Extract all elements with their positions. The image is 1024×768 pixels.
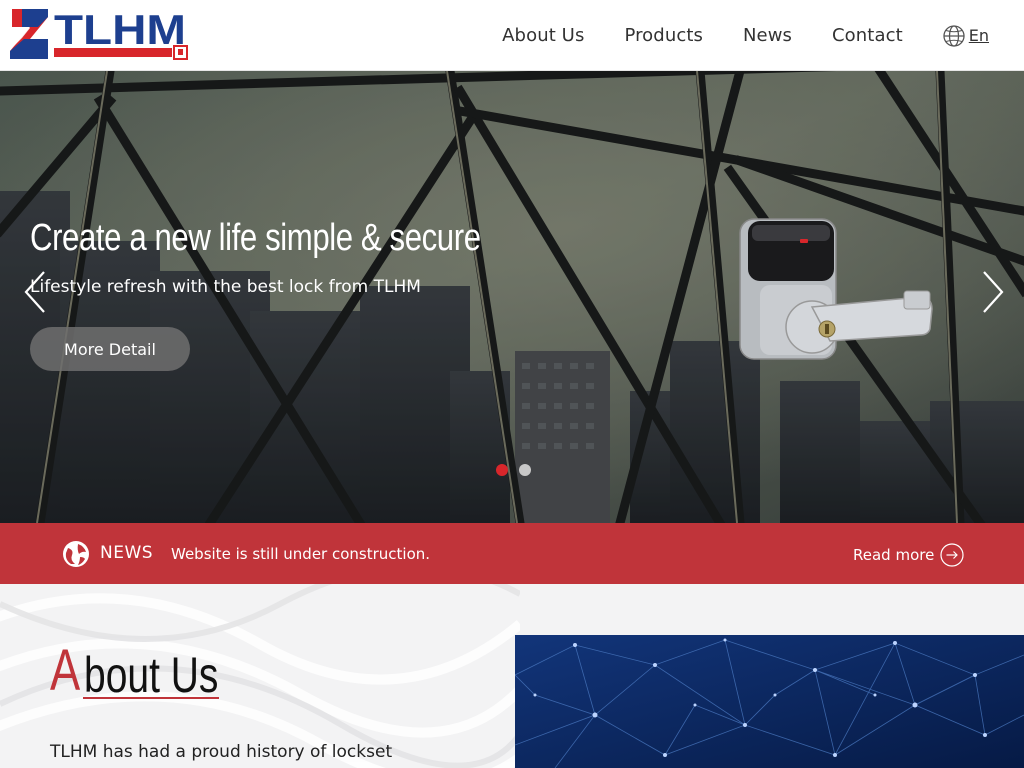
hero-title: Create a new life simple & secure	[30, 217, 481, 259]
slider-pagination	[496, 464, 542, 476]
more-detail-button[interactable]: More Detail	[30, 327, 190, 371]
nav-news[interactable]: News	[743, 25, 792, 46]
news-headline[interactable]: Website is still under construction.	[171, 545, 430, 563]
chevron-left-icon[interactable]	[22, 269, 48, 315]
network-tech-image	[515, 635, 1024, 768]
about-section: A bout Us TLHM has had a proud history o…	[0, 584, 1024, 768]
language-label: En	[968, 26, 989, 45]
slider-dot-2[interactable]	[519, 464, 531, 476]
svg-text:TLHM: TLHM	[54, 6, 186, 53]
about-heading-rest: bout Us	[84, 647, 219, 703]
hero-background-image	[0, 71, 1024, 523]
nav-products[interactable]: Products	[624, 25, 703, 46]
hero-subtitle: Lifestyle refresh with the best lock fro…	[30, 277, 421, 297]
news-label: NEWS	[100, 543, 154, 563]
heading-underline	[83, 697, 219, 699]
arrow-circle-icon	[940, 543, 964, 567]
about-heading-initial: A	[50, 638, 81, 703]
news-globe-icon	[63, 541, 89, 567]
chevron-right-icon[interactable]	[980, 269, 1006, 315]
language-switcher[interactable]: En	[943, 24, 989, 47]
site-header: TLHM About Us Products News Contact En	[0, 0, 1024, 71]
read-more-link[interactable]: Read more	[853, 543, 964, 567]
main-nav: About Us Products News Contact En	[462, 0, 989, 71]
about-intro-text: TLHM has had a proud history of lockset	[50, 742, 393, 762]
nav-about-us[interactable]: About Us	[502, 25, 584, 46]
slider-dot-1[interactable]	[496, 464, 508, 476]
read-more-label: Read more	[853, 546, 935, 564]
hero-slider: Create a new life simple & secure Lifest…	[0, 71, 1024, 523]
about-heading: A bout Us	[50, 638, 256, 703]
nav-contact[interactable]: Contact	[832, 25, 903, 46]
news-bar: NEWS Website is still under construction…	[0, 523, 1024, 584]
globe-icon	[943, 24, 965, 47]
tlhm-logo[interactable]: TLHM	[8, 6, 190, 64]
